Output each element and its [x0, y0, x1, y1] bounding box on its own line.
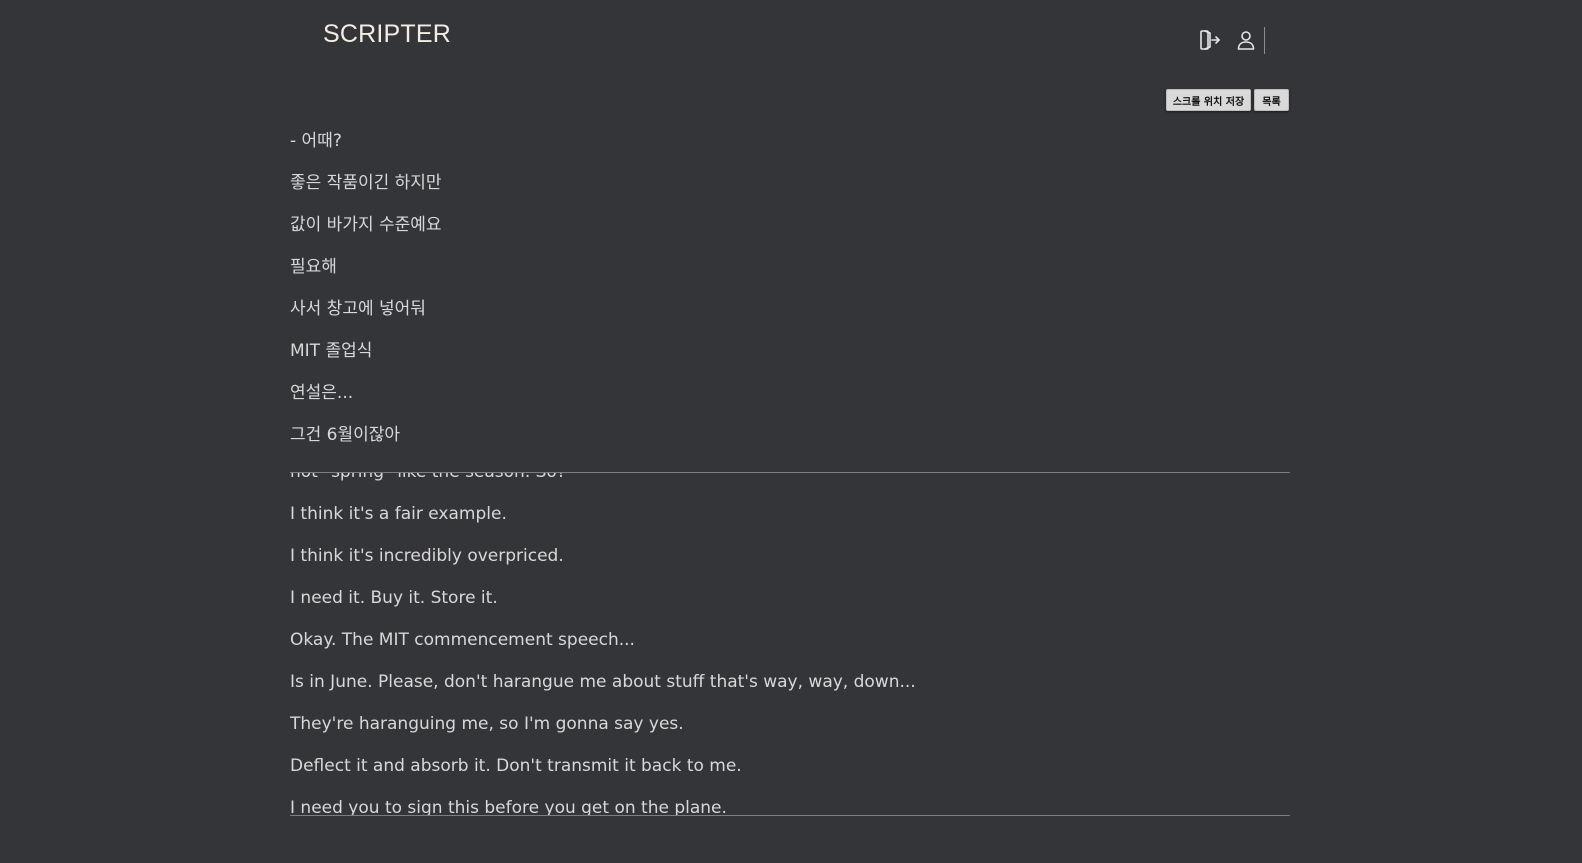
- english-subtitle-line: I need it. Buy it. Store it.: [290, 588, 498, 608]
- korean-subtitle-line: - 어때?: [290, 131, 342, 151]
- english-subtitle-pane[interactable]: not "spring" like the season. So? I thin…: [290, 473, 1290, 816]
- english-subtitle-line: I need you to sign this before you get o…: [290, 798, 727, 816]
- logout-icon[interactable]: [1197, 27, 1223, 53]
- script-viewer-page: SCRIPTER 스크롤 위치 저장 목록 - 어때? 좋은 작품이긴 하지만 …: [0, 0, 1582, 863]
- english-subtitle-line: not "spring" like the season. So?: [290, 473, 1290, 493]
- korean-subtitle-line: 연설은...: [290, 383, 354, 403]
- korean-subtitle-pane[interactable]: - 어때? 좋은 작품이긴 하지만 값이 바가지 수준예요 필요해 사서 창고에…: [290, 120, 1290, 473]
- korean-subtitle-line: MIT 졸업식: [290, 341, 373, 361]
- english-subtitle-line: They're haranguing me, so I'm gonna say …: [290, 714, 684, 734]
- korean-subtitle-line: 그건 6월이잖아: [290, 425, 401, 445]
- korean-subtitle-line: 필요해: [290, 257, 337, 277]
- korean-subtitle-line: 사서 창고에 넣어둬: [290, 299, 426, 319]
- english-subtitle-line: I think it's a fair example.: [290, 504, 507, 524]
- english-subtitle-line: Deflect it and absorb it. Don't transmit…: [290, 756, 742, 776]
- english-subtitle-line: I think it's incredibly overpriced.: [290, 546, 564, 566]
- english-subtitle-line: Is in June. Please, don't harangue me ab…: [290, 672, 916, 692]
- app-logo[interactable]: SCRIPTER: [323, 20, 451, 49]
- korean-subtitle-line: 값이 바가지 수준예요: [290, 215, 442, 235]
- korean-subtitle-line: 좋은 작품이긴 하지만: [290, 173, 442, 193]
- list-button[interactable]: 목록: [1254, 89, 1289, 111]
- save-scroll-position-button[interactable]: 스크롤 위치 저장: [1166, 89, 1251, 111]
- user-icon[interactable]: [1233, 27, 1259, 53]
- english-subtitle-line: Okay. The MIT commencement speech...: [290, 630, 635, 650]
- header-divider: [1264, 27, 1265, 54]
